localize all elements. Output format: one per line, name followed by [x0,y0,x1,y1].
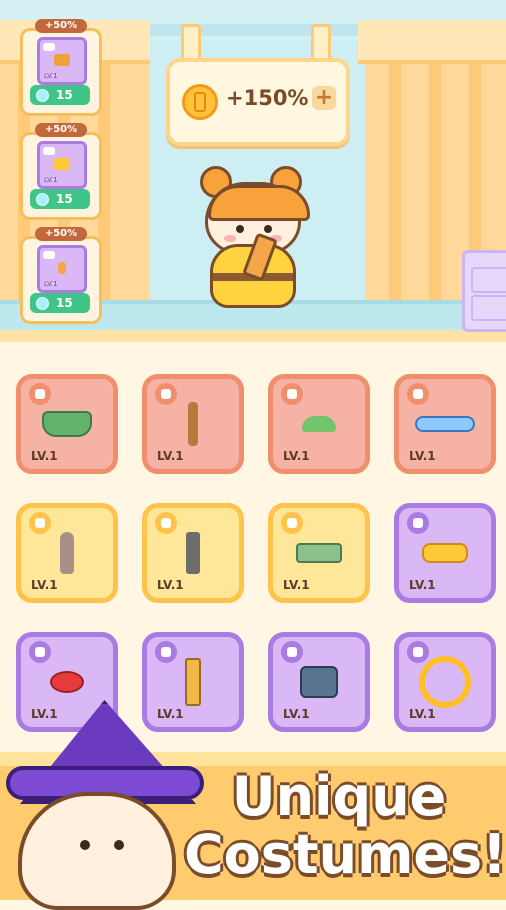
card-level: LV.1 [31,449,58,463]
promo-line-2: Costumes! [184,823,506,886]
shelf-rail [0,330,506,342]
costume-card-green-skirt[interactable]: LV.1 [16,374,118,474]
tool-icon [155,641,177,663]
slot-bonus-badge: +50% [35,227,87,241]
slot-price-button[interactable]: 15 [30,293,90,313]
dresser [462,250,506,332]
gem-icon [36,297,49,310]
costume-slot-2[interactable]: +50% LV.1 15 [20,123,102,220]
card-level: LV.1 [409,578,436,592]
tool-icon [43,251,55,259]
hamster-body [210,232,296,308]
slot-price: 15 [56,192,73,206]
hamster-cheek-left [224,235,236,242]
lock-icon [407,383,429,405]
gem-icon [36,193,49,206]
costume-slot-1[interactable]: +50% LV.1 15 [20,19,102,116]
bow-icon [54,54,70,66]
slot-level: LV.1 [44,280,58,288]
slot-item-box: LV.1 [37,37,87,85]
trowel-icon [60,532,74,574]
costume-card-green-top[interactable]: LV.1 [268,503,370,603]
bonus-text: +150% [226,86,309,110]
green-top-icon [296,543,342,563]
chef-hat-icon [43,43,55,51]
witch-eye-left [80,840,90,850]
costume-card-ring[interactable]: LV.1 [394,632,496,732]
hamster-eye-left [236,225,244,233]
tool-icon [155,383,177,405]
green-skirt-icon [42,411,92,437]
scarf-icon [415,416,475,432]
witch-hamster-head [18,792,176,910]
costume-card-boots[interactable]: LV.1 [268,632,370,732]
plus-button[interactable]: + [312,86,336,110]
slot-bonus-badge: +50% [35,19,87,33]
card-level: LV.1 [409,449,436,463]
slot-price-button[interactable]: 15 [30,189,90,209]
chef-hat-icon [407,641,429,663]
hamster-cap [208,185,310,221]
card-level: LV.1 [283,578,310,592]
card-level: LV.1 [409,707,436,721]
slot-price: 15 [56,88,73,102]
slot-item-box: LV.1 [37,141,87,189]
knife-icon [185,658,201,706]
hamster-eye-right [264,225,272,233]
costume-card-scarf[interactable]: LV.1 [394,374,496,474]
bread-icon [422,543,468,563]
card-level: LV.1 [157,578,184,592]
promo-line-1: Unique [231,765,447,828]
witch-hamster [0,700,204,910]
bread-icon [54,158,70,170]
tool-icon [281,641,303,663]
lock-icon [29,383,51,405]
lock-icon [43,147,55,155]
slot-item-box: LV.1 [37,245,87,293]
bonus-sign: +150% + [166,58,350,146]
boots-icon [300,666,338,698]
card-level: LV.1 [157,449,184,463]
tool-icon [29,512,51,534]
costume-card-brush[interactable]: LV.1 [142,374,244,474]
slot-price-button[interactable]: 15 [30,85,90,105]
ring-icon [419,656,471,708]
green-hat-icon [302,416,336,432]
slot-level: LV.1 [44,176,58,184]
costume-card-green-hat[interactable]: LV.1 [268,374,370,474]
tool-icon [155,512,177,534]
costume-card-bread[interactable]: LV.1 [394,503,496,603]
slot-bonus-badge: +50% [35,123,87,137]
lock-icon [407,512,429,534]
chef-hat-icon [281,383,303,405]
spatula-icon [186,532,200,574]
slot-price: 15 [56,296,73,310]
hamster-character[interactable] [200,166,310,312]
slot-level: LV.1 [44,72,58,80]
coin-icon [182,84,218,120]
costume-card-spatula[interactable]: LV.1 [142,503,244,603]
beret-icon [50,671,84,693]
lock-icon [281,512,303,534]
chef-hat-icon [29,641,51,663]
promo-title: Unique Costumes! [184,765,506,886]
brush-icon [188,402,198,446]
card-level: LV.1 [283,449,310,463]
costume-slot-3[interactable]: +50% LV.1 15 [20,227,102,324]
right-valance [358,20,506,64]
spatula-icon [58,262,66,274]
card-level: LV.1 [283,707,310,721]
card-level: LV.1 [31,578,58,592]
costume-card-trowel[interactable]: LV.1 [16,503,118,603]
gem-icon [36,89,49,102]
witch-eye-right [114,840,124,850]
